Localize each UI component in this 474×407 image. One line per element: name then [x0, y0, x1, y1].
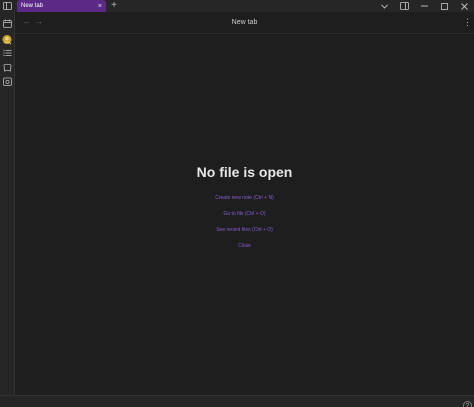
maximize-icon[interactable]	[434, 0, 454, 12]
go-to-file-link[interactable]: Go to file (Ctrl + O)	[15, 206, 474, 222]
minimize-icon[interactable]	[414, 0, 434, 12]
calendar-icon[interactable]	[2, 18, 12, 28]
new-tab-button[interactable]: +	[108, 0, 120, 12]
view-header: ← → New tab ⋮	[15, 12, 474, 34]
empty-state: No file is open Create new note (Ctrl + …	[15, 162, 474, 254]
sidebar-right-icon[interactable]	[394, 0, 414, 12]
see-recent-files-link[interactable]: See recent files (Ctrl + O)	[15, 222, 474, 238]
tab-bar: New tab × +	[0, 0, 474, 12]
window-controls	[374, 0, 474, 12]
tab-new-tab[interactable]: New tab ×	[17, 0, 106, 12]
app-window: New tab × + ← → New tab ⋮ No file is ope…	[0, 0, 474, 407]
close-tab-icon[interactable]: ×	[98, 3, 102, 10]
view-title: New tab	[231, 19, 258, 26]
more-options-icon[interactable]: ⋮	[463, 16, 472, 28]
tab-label: New tab	[21, 3, 44, 9]
status-bar	[0, 395, 474, 407]
help-icon[interactable]	[463, 397, 472, 407]
create-new-note-link[interactable]: Create new note (Ctrl + N)	[15, 190, 474, 206]
empty-state-title: No file is open	[196, 164, 293, 180]
avatar-icon[interactable]	[2, 34, 12, 44]
chevron-down-icon[interactable]	[374, 0, 394, 12]
daily-note-icon[interactable]	[2, 76, 12, 86]
canvas-icon[interactable]	[2, 62, 12, 72]
empty-state-actions: Create new note (Ctrl + N) Go to file (C…	[15, 190, 474, 254]
left-ribbon	[0, 12, 15, 397]
close-icon[interactable]	[454, 0, 474, 12]
list-icon[interactable]	[2, 48, 12, 58]
sidebar-toggle-icon[interactable]	[0, 0, 14, 12]
close-link[interactable]: Close	[15, 238, 474, 254]
main-pane: ← → New tab ⋮ No file is open Create new…	[15, 12, 474, 395]
